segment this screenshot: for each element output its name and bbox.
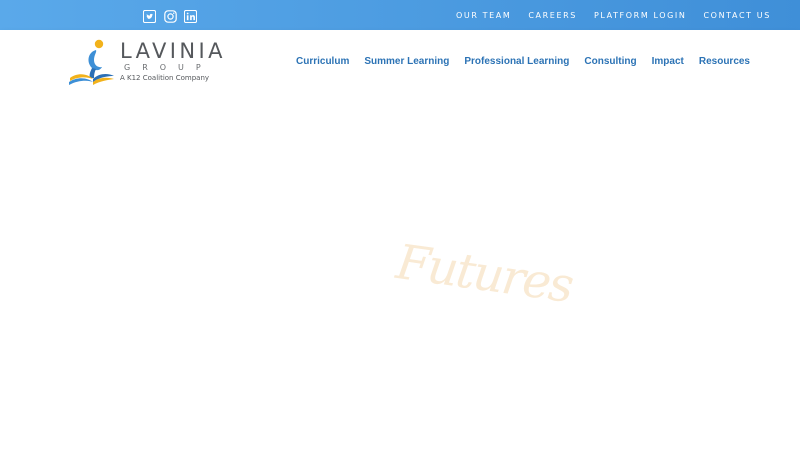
- topnav-careers-link[interactable]: CAREERS: [528, 11, 577, 20]
- topnav-our-team-link[interactable]: OUR TEAM: [456, 11, 511, 20]
- hero-section: Futures: [0, 94, 800, 450]
- topnav-platform-login-link[interactable]: PLATFORM LOGIN: [594, 11, 687, 20]
- instagram-icon[interactable]: [163, 9, 177, 23]
- topnav-contact-us-link[interactable]: CONTACT US: [703, 11, 770, 20]
- hero-script-text: Futures: [392, 233, 576, 315]
- logo-title: LAVINIA: [120, 39, 226, 63]
- site-logo[interactable]: LAVINIA GROUP A K12 Coalition Company: [66, 38, 226, 88]
- nav-consulting-link[interactable]: Consulting: [584, 56, 636, 67]
- nav-impact-link[interactable]: Impact: [652, 56, 684, 67]
- twitter-icon[interactable]: [142, 9, 156, 23]
- logo-subtitle: GROUP: [124, 63, 213, 72]
- nav-resources-link[interactable]: Resources: [699, 56, 750, 67]
- logo-mark-icon: [69, 39, 114, 85]
- nav-summer-learning-link[interactable]: Summer Learning: [364, 56, 449, 67]
- top-bar: OUR TEAM CAREERS PLATFORM LOGIN CONTACT …: [0, 0, 800, 30]
- nav-curriculum-link[interactable]: Curriculum: [296, 56, 349, 67]
- linkedin-icon[interactable]: [183, 9, 197, 23]
- utility-nav: OUR TEAM CAREERS PLATFORM LOGIN CONTACT …: [456, 0, 788, 30]
- logo-tagline: A K12 Coalition Company: [120, 74, 210, 82]
- main-nav: Curriculum Summer Learning Professional …: [296, 54, 765, 68]
- nav-professional-learning-link[interactable]: Professional Learning: [464, 56, 569, 67]
